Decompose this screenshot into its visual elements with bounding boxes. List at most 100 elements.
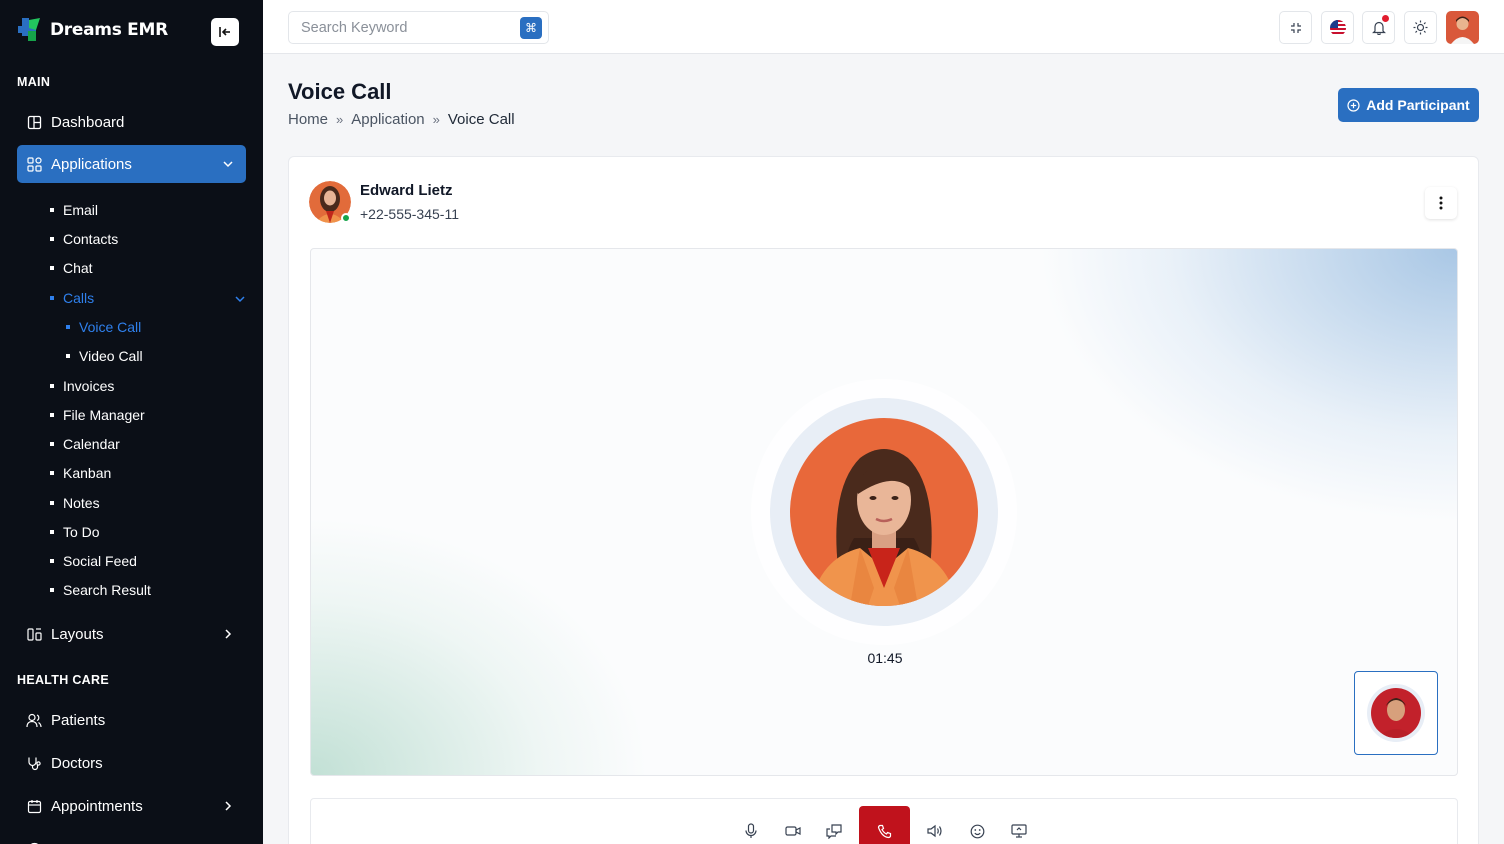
end-call-button[interactable]	[859, 806, 910, 844]
online-status-dot	[341, 213, 351, 223]
nav-applications[interactable]: Applications	[17, 145, 246, 183]
bullet	[50, 442, 54, 446]
emoji-icon	[970, 824, 984, 838]
sidebar-item-label: Calls	[63, 290, 95, 306]
sidebar-item-kanban[interactable]: Kanban	[50, 463, 111, 483]
sidebar-item-voice-call[interactable]: Voice Call	[66, 317, 141, 337]
more-options-button[interactable]	[1425, 187, 1457, 219]
bullet	[66, 325, 70, 329]
section-main-label: MAIN	[17, 75, 51, 89]
user-avatar[interactable]	[1446, 11, 1479, 44]
screen-share-button[interactable]	[1007, 819, 1031, 843]
search-box[interactable]: ⌘	[288, 11, 549, 44]
voice-call-card: Edward Lietz +22-555-345-11 01:45	[288, 156, 1479, 844]
bullet	[50, 559, 54, 563]
chevron-down-icon	[222, 157, 234, 174]
sidebar-item-calls[interactable]: Calls	[50, 288, 246, 308]
sidebar-item-label: Search Result	[63, 582, 151, 598]
bullet	[50, 530, 54, 534]
screen-share-icon	[1011, 824, 1027, 838]
sidebar-item-chat[interactable]: Chat	[50, 258, 93, 278]
bullet	[50, 413, 54, 417]
caller-avatar[interactable]	[309, 181, 351, 223]
nav-patients-label: Patients	[51, 711, 106, 729]
sidebar-item-label: Voice Call	[79, 319, 142, 335]
end-call-icon	[877, 824, 892, 838]
video-camera-icon	[785, 826, 801, 836]
bullet	[50, 471, 54, 475]
breadcrumb-home[interactable]: Home	[288, 111, 328, 128]
chevron-right-icon	[222, 799, 234, 816]
brand[interactable]: Dreams EMR	[16, 16, 168, 44]
nav-layouts-label: Layouts	[51, 625, 104, 643]
sidebar-item-label: Social Feed	[63, 553, 137, 569]
collapse-left-icon	[219, 27, 230, 37]
caller-name: Edward Lietz	[360, 182, 453, 199]
sidebar-item-email[interactable]: Email	[50, 200, 98, 220]
sidebar-item-file-manager[interactable]: File Manager	[50, 405, 145, 425]
sun-icon	[1413, 20, 1428, 35]
nav-doctors[interactable]: Doctors	[17, 744, 246, 782]
collapse-sidebar-button[interactable]	[211, 18, 239, 46]
microphone-icon	[745, 823, 757, 838]
users-icon	[26, 712, 42, 728]
sidebar-item-calendar[interactable]: Calendar	[50, 434, 120, 454]
topbar: ⌘	[263, 0, 1504, 54]
add-participant-button[interactable]: Add Participant	[1338, 88, 1479, 122]
search-input[interactable]	[301, 19, 501, 36]
mute-button[interactable]	[739, 819, 763, 843]
nav-dashboard[interactable]: Dashboard	[17, 103, 246, 141]
sidebar-item-todo[interactable]: To Do	[50, 522, 100, 542]
stethoscope-icon	[26, 755, 42, 771]
notifications-button[interactable]	[1362, 11, 1395, 44]
sidebar-item-contacts[interactable]: Contacts	[50, 229, 118, 249]
video-toggle-button[interactable]	[781, 819, 805, 843]
sidebar-item-label: Contacts	[63, 231, 119, 247]
breadcrumb-application[interactable]: Application	[351, 111, 424, 128]
language-button[interactable]	[1321, 11, 1354, 44]
section-health-care-label: HEALTH CARE	[17, 673, 109, 687]
fullscreen-button[interactable]	[1279, 11, 1312, 44]
sidebar-item-search-result[interactable]: Search Result	[50, 580, 151, 600]
call-stage: 01:45	[310, 248, 1458, 776]
notification-dot	[1382, 15, 1389, 22]
nav-layouts[interactable]: Layouts	[17, 615, 246, 653]
theme-toggle-button[interactable]	[1404, 11, 1437, 44]
chevron-right-icon	[222, 627, 234, 644]
chat-icon	[826, 823, 842, 839]
sidebar-item-label: To Do	[63, 524, 100, 540]
bullet	[66, 354, 70, 358]
caller-phone: +22-555-345-11	[360, 206, 459, 222]
bullet	[50, 296, 54, 300]
sidebar-item-label: Invoices	[63, 378, 115, 394]
sidebar-item-label: Kanban	[63, 465, 112, 481]
plus-circle-icon	[1347, 98, 1360, 112]
self-view-thumbnail[interactable]	[1354, 671, 1438, 755]
call-controls-bar	[310, 798, 1458, 844]
chat-button[interactable]	[822, 819, 846, 843]
bullet	[50, 588, 54, 592]
sidebar-item-invoices[interactable]: Invoices	[50, 376, 114, 396]
sidebar-item-label: Notes	[63, 495, 100, 511]
command-key-icon[interactable]: ⌘	[520, 17, 542, 39]
bullet	[50, 501, 54, 505]
brand-name: Dreams EMR	[50, 20, 168, 40]
nav-appointments[interactable]: Appointments	[17, 787, 246, 825]
emoji-button[interactable]	[965, 819, 989, 843]
sidebar-item-label: Email	[63, 202, 99, 218]
bell-icon	[1371, 21, 1386, 35]
nav-next-item[interactable]	[17, 830, 246, 844]
remote-participant-photo	[790, 418, 978, 606]
minimize-icon	[1290, 22, 1301, 33]
sidebar-item-video-call[interactable]: Video Call	[66, 346, 143, 366]
sidebar-item-social-feed[interactable]: Social Feed	[50, 551, 137, 571]
nav-patients[interactable]: Patients	[17, 701, 246, 739]
nav-doctors-label: Doctors	[51, 754, 103, 772]
sidebar-item-notes[interactable]: Notes	[50, 493, 100, 513]
breadcrumb-current: Voice Call	[447, 111, 515, 128]
self-view-photo	[1371, 688, 1421, 738]
breadcrumb: Home » Application » Voice Call	[288, 111, 515, 128]
speaker-button[interactable]	[923, 819, 947, 843]
call-timer: 01:45	[867, 650, 903, 666]
nav-dashboard-label: Dashboard	[51, 113, 125, 131]
